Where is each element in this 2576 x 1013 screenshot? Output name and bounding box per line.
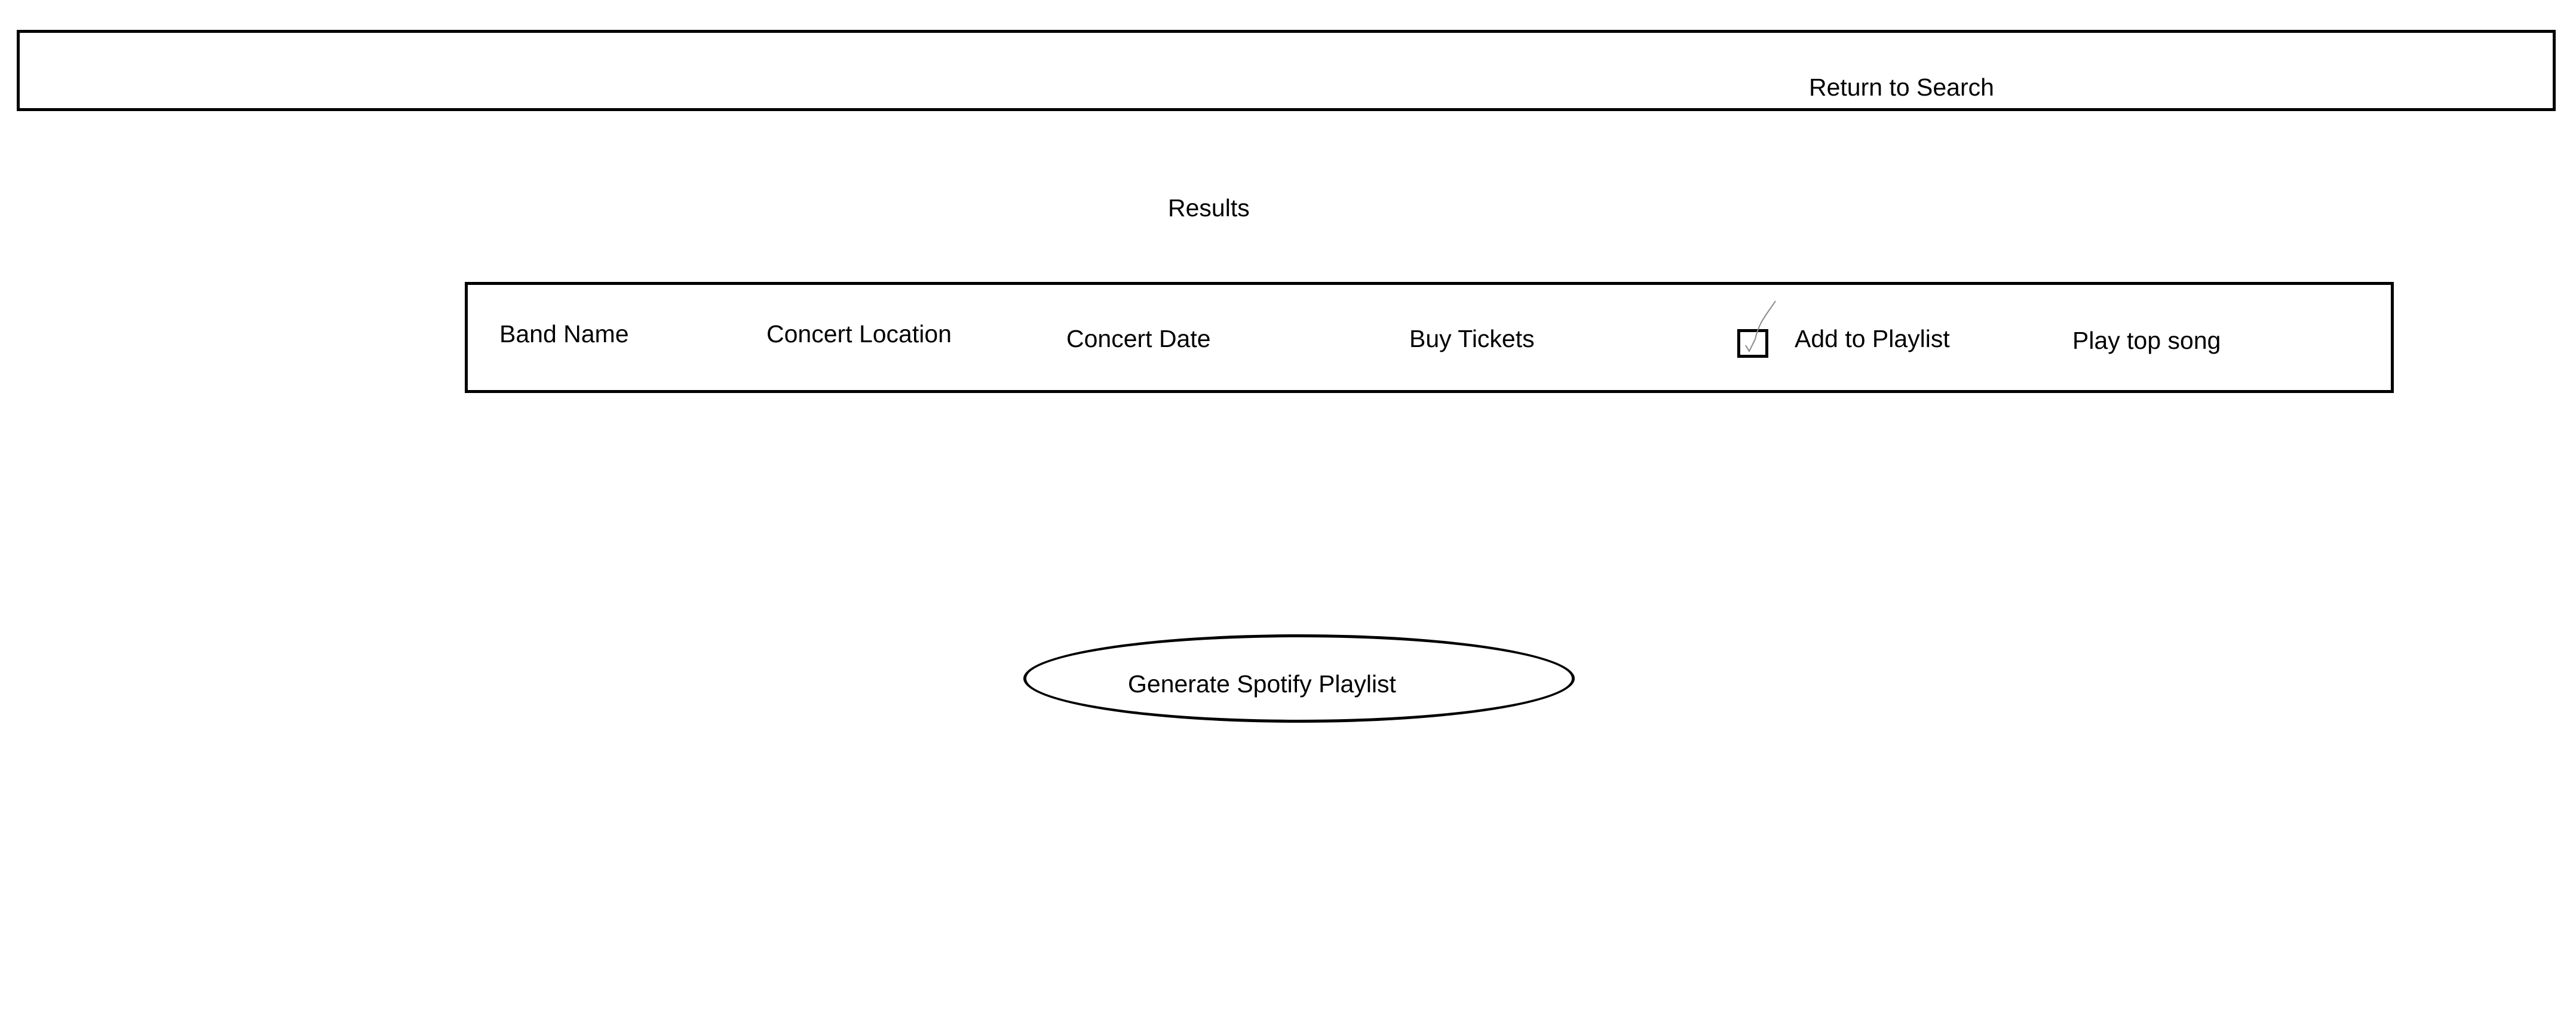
top-navigation-bar [17, 30, 2556, 111]
add-to-playlist-checkbox[interactable] [1737, 329, 1768, 358]
generate-spotify-playlist-label: Generate Spotify Playlist [1128, 670, 1396, 698]
band-name-cell: Band Name [499, 320, 629, 348]
concert-date-cell: Concert Date [1066, 325, 1211, 352]
return-to-search-link[interactable]: Return to Search [1809, 72, 1994, 103]
add-to-playlist-label: Add to Playlist [1795, 325, 1950, 352]
results-heading: Results [1168, 194, 1250, 222]
concert-location-cell: Concert Location [766, 320, 952, 348]
play-top-song-link[interactable]: Play top song [2072, 325, 2221, 356]
buy-tickets-link[interactable]: Buy Tickets [1409, 323, 1535, 354]
